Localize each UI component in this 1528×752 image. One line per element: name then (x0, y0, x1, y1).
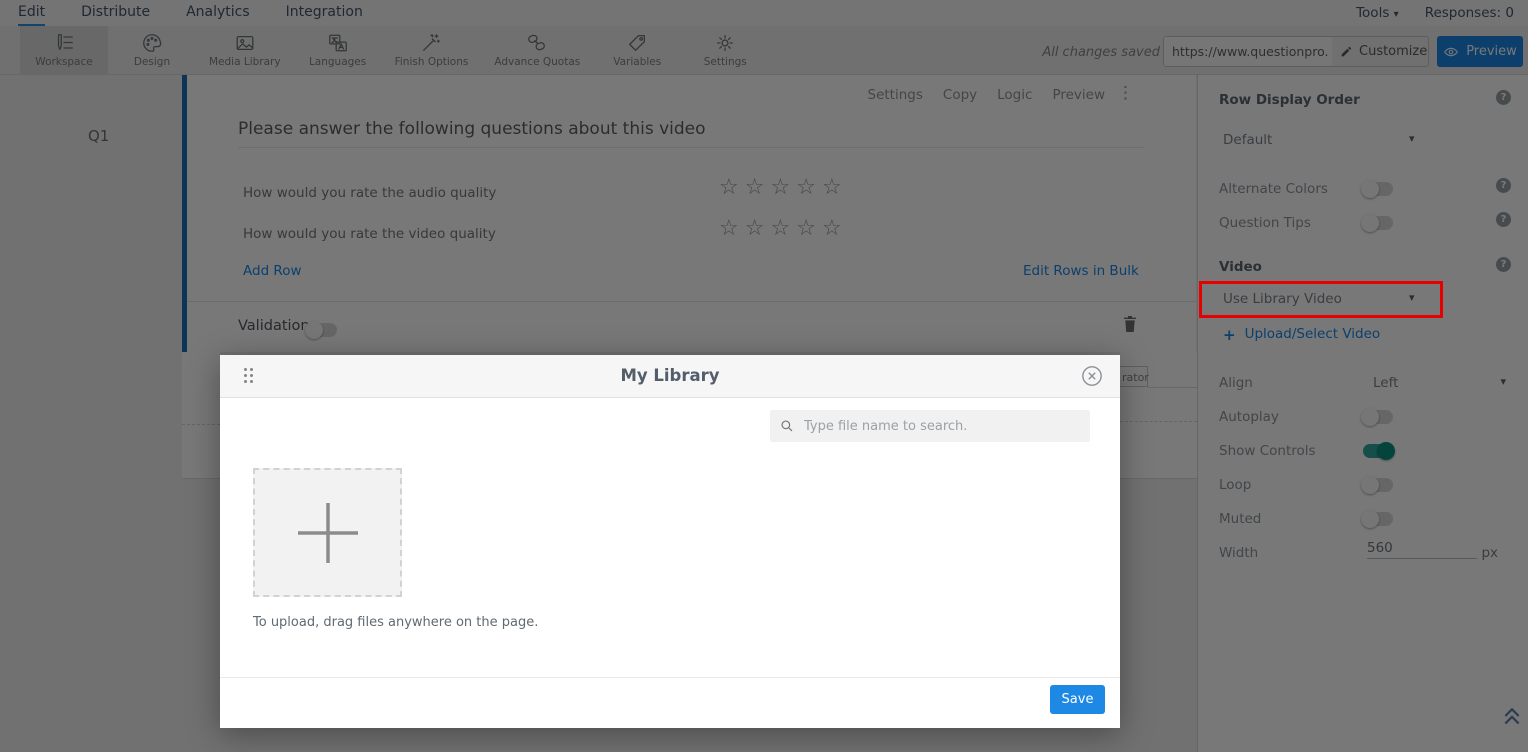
annotation-highlight-box (1199, 281, 1443, 318)
close-icon[interactable] (1081, 365, 1103, 387)
search-icon (780, 419, 794, 433)
questionpro-editor: Edit Distribute Analytics Integration To… (0, 0, 1528, 752)
library-search-input[interactable] (802, 418, 1080, 435)
plus-icon (294, 499, 362, 567)
upload-hint-text: To upload, drag files anywhere on the pa… (253, 615, 538, 630)
modal-footer-divider (220, 677, 1120, 678)
modal-title: My Library (220, 355, 1120, 397)
my-library-modal: My Library To upload, drag files anywher… (220, 355, 1120, 728)
library-search-box (770, 410, 1090, 442)
modal-header: My Library (220, 355, 1120, 398)
save-button[interactable]: Save (1050, 685, 1105, 714)
upload-file-tile[interactable] (253, 468, 402, 597)
